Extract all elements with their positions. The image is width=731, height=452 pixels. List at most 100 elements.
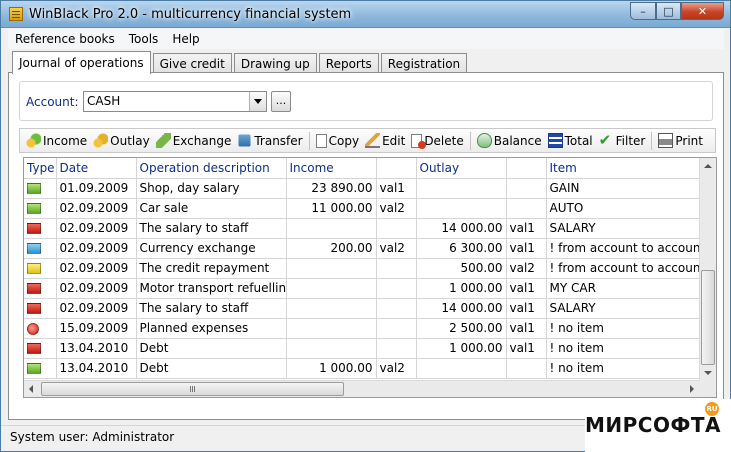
item-cell: AUTO <box>546 198 701 219</box>
table-row[interactable]: 15.09.2009 Planned expenses 2 500.00 val1! … <box>24 318 701 339</box>
copy-button[interactable]: Copy <box>313 130 362 151</box>
print-button[interactable]: Print <box>655 130 706 151</box>
table-row[interactable]: 02.09.2009 The salary to staff 14 000.00 va… <box>24 218 701 239</box>
maximize-icon: □ <box>663 4 674 18</box>
column-header-income[interactable]: Income <box>286 158 377 179</box>
column-header-income-currency[interactable] <box>376 158 417 179</box>
balance-button[interactable]: Balance <box>474 130 545 151</box>
date-cell: 13.04.2010 <box>56 338 137 359</box>
horizontal-scroll-thumb[interactable] <box>41 382 344 396</box>
description-cell: The credit repayment <box>136 258 287 279</box>
toolbar: Income Outlay Exchange Transfer Copy Edi… <box>19 128 716 153</box>
income-currency-cell <box>376 258 417 279</box>
app-ledger-icon[interactable] <box>9 7 23 21</box>
date-cell: 02.09.2009 <box>56 258 137 279</box>
type-cell <box>24 218 57 239</box>
type-cell <box>24 318 57 339</box>
tab-journal-of-operations[interactable]: Journal of operations <box>12 51 151 74</box>
minimize-button[interactable]: – <box>630 2 656 20</box>
income-icon <box>26 133 41 148</box>
menu-help[interactable]: Help <box>165 32 206 46</box>
copy-label: Copy <box>328 133 360 148</box>
outlay-currency-cell: val1 <box>506 238 547 259</box>
total-button[interactable]: Total <box>545 130 596 151</box>
account-group: Account: CASH ... <box>19 81 713 121</box>
edit-button[interactable]: Edit <box>362 130 408 151</box>
column-header-outlay[interactable]: Outlay <box>416 158 507 179</box>
balance-icon <box>476 133 492 148</box>
income-label: Income <box>43 133 88 148</box>
type-cell <box>24 198 57 219</box>
scroll-up-icon[interactable] <box>700 158 716 174</box>
outlay-cell: 500.00 <box>416 258 507 279</box>
yellow-flag-icon <box>27 263 41 274</box>
transfer-button[interactable]: Transfer <box>234 130 305 151</box>
operations-grid[interactable]: Type Date Operation description Income O… <box>23 157 717 398</box>
description-cell: Motor transport refuelling <box>136 278 287 299</box>
income-button[interactable]: Income <box>23 130 90 151</box>
table-row[interactable]: 02.09.2009 Motor transport refuelling 1 00… <box>24 278 701 299</box>
tab-reports[interactable]: Reports <box>318 53 379 73</box>
outlay-currency-cell <box>506 178 547 199</box>
tab-registration[interactable]: Registration <box>380 53 468 73</box>
exchange-label: Exchange <box>172 133 232 148</box>
account-browse-button[interactable]: ... <box>271 91 291 112</box>
outlay-currency-cell: val2 <box>506 258 547 279</box>
red-flag-icon <box>27 343 41 354</box>
description-cell: Shop, day salary <box>136 178 287 199</box>
account-select[interactable]: CASH <box>83 91 267 112</box>
close-button[interactable]: ✕ <box>681 2 724 20</box>
toolbar-separator <box>469 131 471 150</box>
account-value: CASH <box>87 94 121 108</box>
exchange-button[interactable]: Exchange <box>153 130 235 151</box>
income-cell <box>286 338 377 359</box>
menu-reference-books[interactable]: Reference books <box>8 32 122 46</box>
tab-give-credit[interactable]: Give credit <box>152 53 232 73</box>
red-flag-icon <box>27 283 41 294</box>
table-row[interactable]: 02.09.2009 The salary to staff 14 000.00 va… <box>24 298 701 319</box>
chevron-down-icon[interactable] <box>249 92 266 111</box>
column-header-date[interactable]: Date <box>56 158 137 179</box>
table-row[interactable]: 01.09.2009 Shop, day salary 23 890.00 val1 G… <box>24 178 701 199</box>
type-cell <box>24 258 57 279</box>
column-header-type[interactable]: Type <box>24 158 57 179</box>
vertical-scrollbar[interactable] <box>699 158 716 381</box>
column-header-description[interactable]: Operation description <box>136 158 287 179</box>
delete-button[interactable]: Delete <box>408 130 466 151</box>
outlay-currency-cell: val1 <box>506 338 547 359</box>
delete-icon <box>411 133 427 149</box>
vertical-scroll-thumb[interactable] <box>701 270 715 365</box>
title-bar[interactable]: WinBlack Pro 2.0 - multicurrency financi… <box>1 1 730 28</box>
date-cell: 02.09.2009 <box>56 238 137 259</box>
table-row[interactable]: 13.04.2010 Debt 1 000.00 val1! no item <box>24 338 701 359</box>
table-body: 01.09.2009 Shop, day salary 23 890.00 val1 G… <box>24 178 701 379</box>
column-header-item[interactable]: Item <box>546 158 701 179</box>
scroll-left-icon[interactable] <box>24 381 40 397</box>
account-label: Account: <box>26 95 79 109</box>
scroll-down-icon[interactable] <box>700 365 716 381</box>
outlay-button[interactable]: Outlay <box>90 130 153 151</box>
minimize-icon: – <box>640 4 646 18</box>
income-cell: 1 000.00 <box>286 358 377 379</box>
date-cell: 02.09.2009 <box>56 278 137 299</box>
filter-button[interactable]: Filter <box>596 130 649 151</box>
table-row[interactable]: 02.09.2009 Car sale 11 000.00 val2 AUTO <box>24 198 701 219</box>
horizontal-scrollbar[interactable] <box>24 380 700 397</box>
outlay-cell <box>416 358 507 379</box>
item-cell: ! from account to account <box>546 238 701 259</box>
maximize-button[interactable]: □ <box>656 2 681 20</box>
date-cell: 02.09.2009 <box>56 218 137 239</box>
table-row[interactable]: 13.04.2010 Debt 1 000.00 val2 ! no item <box>24 358 701 379</box>
description-cell: The salary to staff <box>136 298 287 319</box>
table-row[interactable]: 02.09.2009 Currency exchange 200.00 val2 6 3… <box>24 238 701 259</box>
table-row[interactable]: 02.09.2009 The credit repayment 500.00 val2… <box>24 258 701 279</box>
scroll-right-icon[interactable] <box>684 381 700 397</box>
column-header-outlay-currency[interactable] <box>506 158 547 179</box>
tab-drawing-up[interactable]: Drawing up <box>233 53 317 73</box>
menu-tools[interactable]: Tools <box>122 32 166 46</box>
menu-bar: Reference books Tools Help <box>8 29 724 49</box>
filter-checkmark-icon <box>599 131 614 149</box>
outlay-cell: 14 000.00 <box>416 218 507 239</box>
income-currency-cell <box>376 218 417 239</box>
date-cell: 02.09.2009 <box>56 298 137 319</box>
